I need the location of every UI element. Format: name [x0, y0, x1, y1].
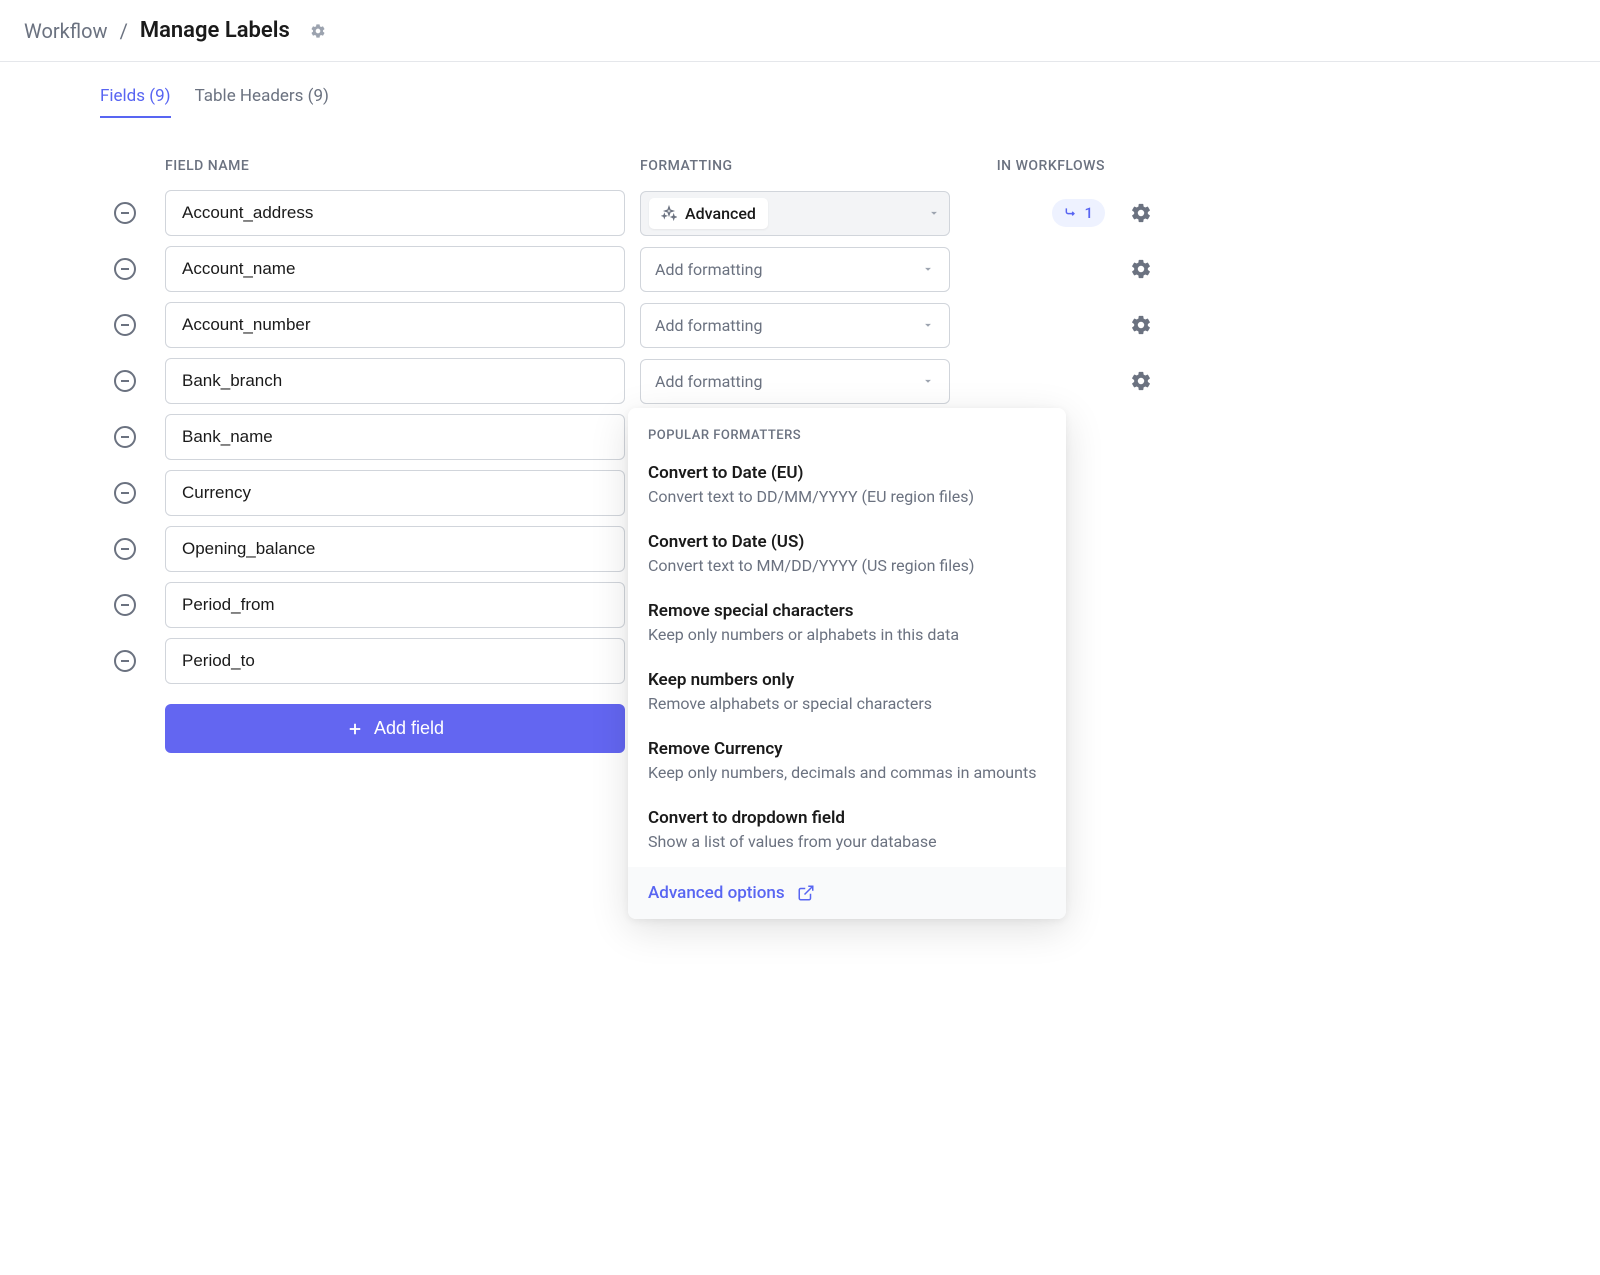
workflow-count-badge[interactable]: 1 — [1052, 199, 1105, 227]
field-name-input[interactable] — [165, 246, 625, 292]
row-gear-icon[interactable] — [1130, 370, 1152, 392]
tab-table-headers[interactable]: Table Headers (9) — [195, 86, 329, 118]
remove-field-button[interactable] — [114, 594, 136, 616]
formatter-option[interactable]: Keep numbers only Remove alphabets or sp… — [628, 660, 1066, 729]
field-row: Add formatting — [100, 302, 1100, 348]
col-in-workflows: IN WORKFLOWS — [965, 158, 1105, 174]
gear-icon[interactable] — [310, 23, 326, 39]
row-gear-icon[interactable] — [1130, 202, 1152, 224]
formatter-option[interactable]: Convert to Date (EU) Convert text to DD/… — [628, 453, 1066, 522]
formatter-option[interactable]: Convert to Date (US) Convert text to MM/… — [628, 522, 1066, 591]
table-header-row: FIELD NAME FORMATTING IN WORKFLOWS — [100, 148, 1100, 190]
field-name-input[interactable] — [165, 526, 625, 572]
advanced-formatting-pill: Advanced — [649, 198, 768, 229]
field-name-input[interactable] — [165, 302, 625, 348]
advanced-label: Advanced — [685, 204, 756, 223]
external-link-icon — [797, 884, 815, 902]
remove-field-button[interactable] — [114, 538, 136, 560]
field-name-input[interactable] — [165, 190, 625, 236]
content-area: FIELD NAME FORMATTING IN WORKFLOWS Advan… — [0, 118, 1200, 783]
add-field-button[interactable]: Add field — [165, 704, 625, 753]
formatter-option[interactable]: Convert to dropdown field Show a list of… — [628, 798, 1066, 867]
formatter-option[interactable]: Remove special characters Keep only numb… — [628, 591, 1066, 660]
chevron-down-icon — [921, 374, 935, 388]
advanced-options-link[interactable]: Advanced options — [628, 867, 1066, 919]
chevron-down-icon — [921, 262, 935, 276]
field-row: Add formatting — [100, 246, 1100, 292]
popover-heading: POPULAR FORMATTERS — [628, 408, 1066, 453]
field-row: Advanced 1 — [100, 190, 1100, 236]
row-gear-icon[interactable] — [1130, 258, 1152, 280]
col-formatting: FORMATTING — [640, 158, 950, 174]
remove-field-button[interactable] — [114, 482, 136, 504]
formatting-select[interactable]: Add formatting — [640, 247, 950, 292]
page-title: Manage Labels — [140, 18, 290, 43]
remove-field-button[interactable] — [114, 650, 136, 672]
row-gear-icon[interactable] — [1130, 314, 1152, 336]
field-row: Add formatting — [100, 358, 1100, 404]
plus-icon — [346, 720, 364, 738]
formatting-select[interactable]: Advanced — [640, 191, 950, 236]
chevron-down-icon — [921, 318, 935, 332]
remove-field-button[interactable] — [114, 426, 136, 448]
breadcrumb: Workflow / Manage Labels — [0, 0, 1600, 62]
remove-field-button[interactable] — [114, 258, 136, 280]
formatters-popover: POPULAR FORMATTERS Convert to Date (EU) … — [628, 408, 1066, 919]
breadcrumb-root-link[interactable]: Workflow — [24, 19, 108, 43]
field-name-input[interactable] — [165, 414, 625, 460]
tab-fields[interactable]: Fields (9) — [100, 86, 171, 118]
formatter-option[interactable]: Remove Currency Keep only numbers, decim… — [628, 729, 1066, 798]
remove-field-button[interactable] — [114, 314, 136, 336]
field-name-input[interactable] — [165, 470, 625, 516]
workflow-icon — [1064, 206, 1078, 220]
field-name-input[interactable] — [165, 582, 625, 628]
field-rows: Advanced 1 Add — [100, 190, 1100, 753]
field-name-input[interactable] — [165, 358, 625, 404]
remove-field-button[interactable] — [114, 370, 136, 392]
formatting-select[interactable]: Add formatting — [640, 359, 950, 404]
chevron-down-icon — [927, 206, 941, 220]
tabs: Fields (9) Table Headers (9) — [0, 62, 1600, 118]
formatting-select[interactable]: Add formatting — [640, 303, 950, 348]
col-field-name: FIELD NAME — [165, 158, 625, 174]
sparkle-icon — [661, 205, 677, 221]
remove-field-button[interactable] — [114, 202, 136, 224]
field-name-input[interactable] — [165, 638, 625, 684]
breadcrumb-separator: / — [120, 19, 128, 43]
